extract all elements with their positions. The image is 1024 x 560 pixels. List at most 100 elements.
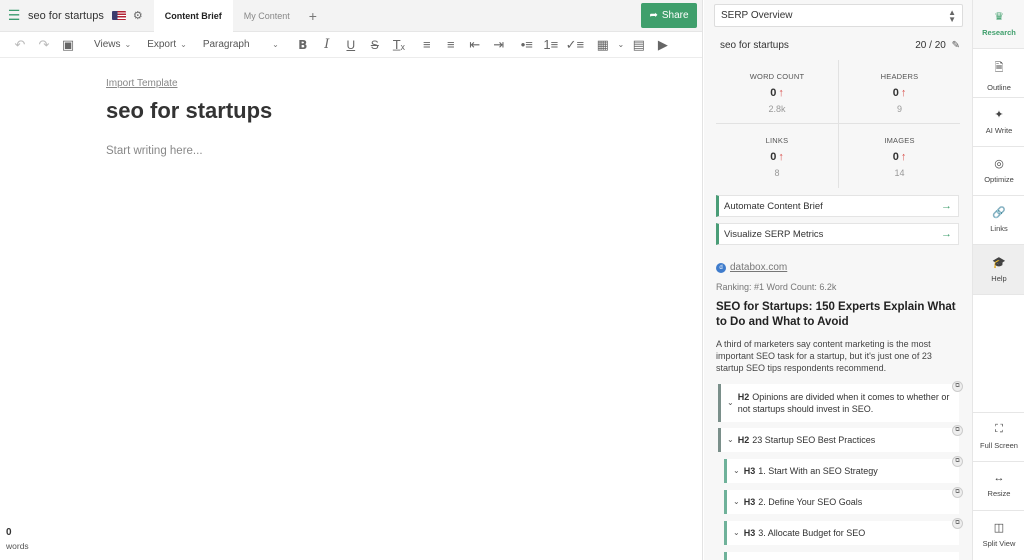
keyword-row: seo for startups 20 / 20 ✎ [720,40,960,51]
metric-value: 0 ↑ [716,87,838,99]
menu-icon[interactable]: ☰ [0,0,28,32]
automate-content-brief-button[interactable]: Automate Content Brief → [716,195,959,217]
copy-icon[interactable]: ⧉ [952,381,963,392]
metric-label: HEADERS [880,72,919,81]
site-favicon-icon: d [716,262,726,273]
divider [973,294,1024,295]
keyword-text: seo for startups [720,40,789,51]
arrow-up-icon: ↑ [900,151,907,163]
rail-split-view[interactable]: ◫ Split View [973,511,1024,560]
numbered-list-icon[interactable]: 1≡ [539,32,563,58]
bullet-list-icon[interactable]: •≡ [515,32,539,58]
paragraph-label: Paragraph [202,39,250,50]
metric-label: IMAGES [884,136,915,145]
pencil-icon[interactable]: ✎ [952,40,960,51]
rail-outline[interactable]: 🗎 Outline [973,49,1024,97]
outdent-icon[interactable]: ⇤ [463,32,487,58]
rail-research[interactable]: ♛ Research [973,0,1024,48]
strikethrough-icon[interactable]: S [363,32,387,58]
chevron-down-icon[interactable]: ⌄ [733,527,740,539]
align-center-icon[interactable]: ≡ [439,32,463,58]
wand-icon: ✦ [994,109,1004,121]
outline-item[interactable]: ⌄ H2 Opinions are divided when it comes t… [718,384,959,422]
formatting-toolbar: ↶ ↷ ▣ Views ⌄ Export ⌄ Paragraph ⌄ B I U… [0,32,702,58]
rail-label: Links [990,224,1008,233]
clear-format-icon[interactable]: T̲ₓ [387,32,411,58]
result-domain-link[interactable]: databox.com [730,262,787,273]
rail-links[interactable]: 🔗 Links [973,196,1024,244]
chevron-down-icon[interactable]: ⌄ [615,32,627,58]
rail-full-screen[interactable]: ⛶ Full Screen [973,413,1024,461]
outline-item[interactable]: ⌄ H3 1. Start With an SEO Strategy [724,459,959,483]
editor-pane: ☰ seo for startups ⚙ Content Brief My Co… [0,0,703,560]
metric-headers: HEADERS 0 ↑ 9 [838,60,960,124]
chevron-down-icon[interactable]: ⌄ [733,465,740,477]
research-icon: ♛ [994,11,1004,23]
heading-tag: H3 [743,528,756,538]
rail-label: Help [991,274,1007,283]
checklist-icon[interactable]: ✓≡ [563,32,587,58]
underline-icon[interactable]: U [339,32,363,58]
copy-icon[interactable]: ⧉ [952,425,963,436]
arrow-right-icon: → [941,228,952,240]
select-arrows-icon: ▲ ▼ [948,8,956,24]
outline-item[interactable]: ⌄ H2 23 Startup SEO Best Practices [718,428,959,452]
copy-icon[interactable]: ⧉ [952,456,963,467]
tab-my-content[interactable]: My Content [233,0,301,32]
serp-overview-select[interactable]: SERP Overview ▲ ▼ [714,4,963,27]
paragraph-dropdown[interactable]: Paragraph ⌄ [197,39,285,50]
views-label: Views [94,39,121,50]
italic-icon[interactable]: I [315,32,339,58]
metric-value-number: 0 [892,87,899,99]
outline-item-partial[interactable] [724,552,959,560]
metric-target: 2.8k [768,104,786,114]
rail-resize[interactable]: ↔ Resize [973,462,1024,510]
redo-icon[interactable]: ↷ [32,32,56,58]
visualize-serp-metrics-button[interactable]: Visualize SERP Metrics → [716,223,959,245]
right-rail: ♛ Research 🗎 Outline ✦ AI Write ◎ Optimi… [972,0,1024,560]
save-icon[interactable]: ▣ [56,32,80,58]
add-tab-icon[interactable]: + [301,8,325,24]
align-left-icon[interactable]: ≡ [415,32,439,58]
bold-icon[interactable]: B [291,32,315,58]
rail-optimize[interactable]: ◎ Optimize [973,147,1024,195]
rail-help[interactable]: 🎓 Help [973,245,1024,294]
metric-target: 14 [894,168,905,178]
copy-icon[interactable]: ⧉ [952,518,963,529]
rail-label: AI Write [985,126,1013,135]
views-dropdown[interactable]: Views ⌄ [88,39,137,50]
heading-tag: H2 [737,435,750,445]
expand-icon: ⛶ [995,423,1003,435]
result-title[interactable]: SEO for Startups: 150 Experts Explain Wh… [716,300,961,330]
us-flag-icon[interactable] [111,11,126,20]
editor-topbar: ☰ seo for startups ⚙ Content Brief My Co… [0,0,702,32]
outline-text: Opinions are divided when it comes to wh… [737,392,950,414]
document-heading[interactable]: seo for startups [106,98,272,124]
indent-icon[interactable]: ⇥ [487,32,511,58]
copy-icon[interactable]: ⧉ [952,487,963,498]
import-template-link[interactable]: Import Template [106,78,178,89]
chevron-down-icon: ⌄ [124,40,132,49]
outline-item[interactable]: ⌄ H3 2. Define Your SEO Goals [724,490,959,514]
tab-content-brief[interactable]: Content Brief [153,0,233,32]
chevron-down-icon[interactable]: ⌄ [727,434,734,446]
undo-icon[interactable]: ↶ [8,32,32,58]
word-count-value: 0 [6,527,12,538]
image-icon[interactable]: ▤ [627,32,651,58]
editor-body-placeholder[interactable]: Start writing here... [106,145,203,157]
chevron-down-icon[interactable]: ⌄ [727,397,734,409]
share-button[interactable]: ➦ Share [641,3,697,28]
metric-value: 0 ↑ [839,151,960,163]
chevron-down-icon[interactable]: ⌄ [733,496,740,508]
video-icon[interactable]: ▶ [651,32,675,58]
gear-icon[interactable]: ⚙ [133,9,143,22]
serp-select-label: SERP Overview [721,10,793,21]
outline-item[interactable]: ⌄ H3 3. Allocate Budget for SEO [724,521,959,545]
document-title[interactable]: seo for startups [28,10,104,22]
outline-text: 2. Define Your SEO Goals [758,497,863,507]
export-dropdown[interactable]: Export ⌄ [141,39,193,50]
metric-word-count: WORD COUNT 0 ↑ 2.8k [716,60,838,124]
rail-ai-write[interactable]: ✦ AI Write [973,98,1024,146]
table-icon[interactable]: ▦ [591,32,615,58]
resize-horizontal-icon: ↔ [993,472,1005,484]
